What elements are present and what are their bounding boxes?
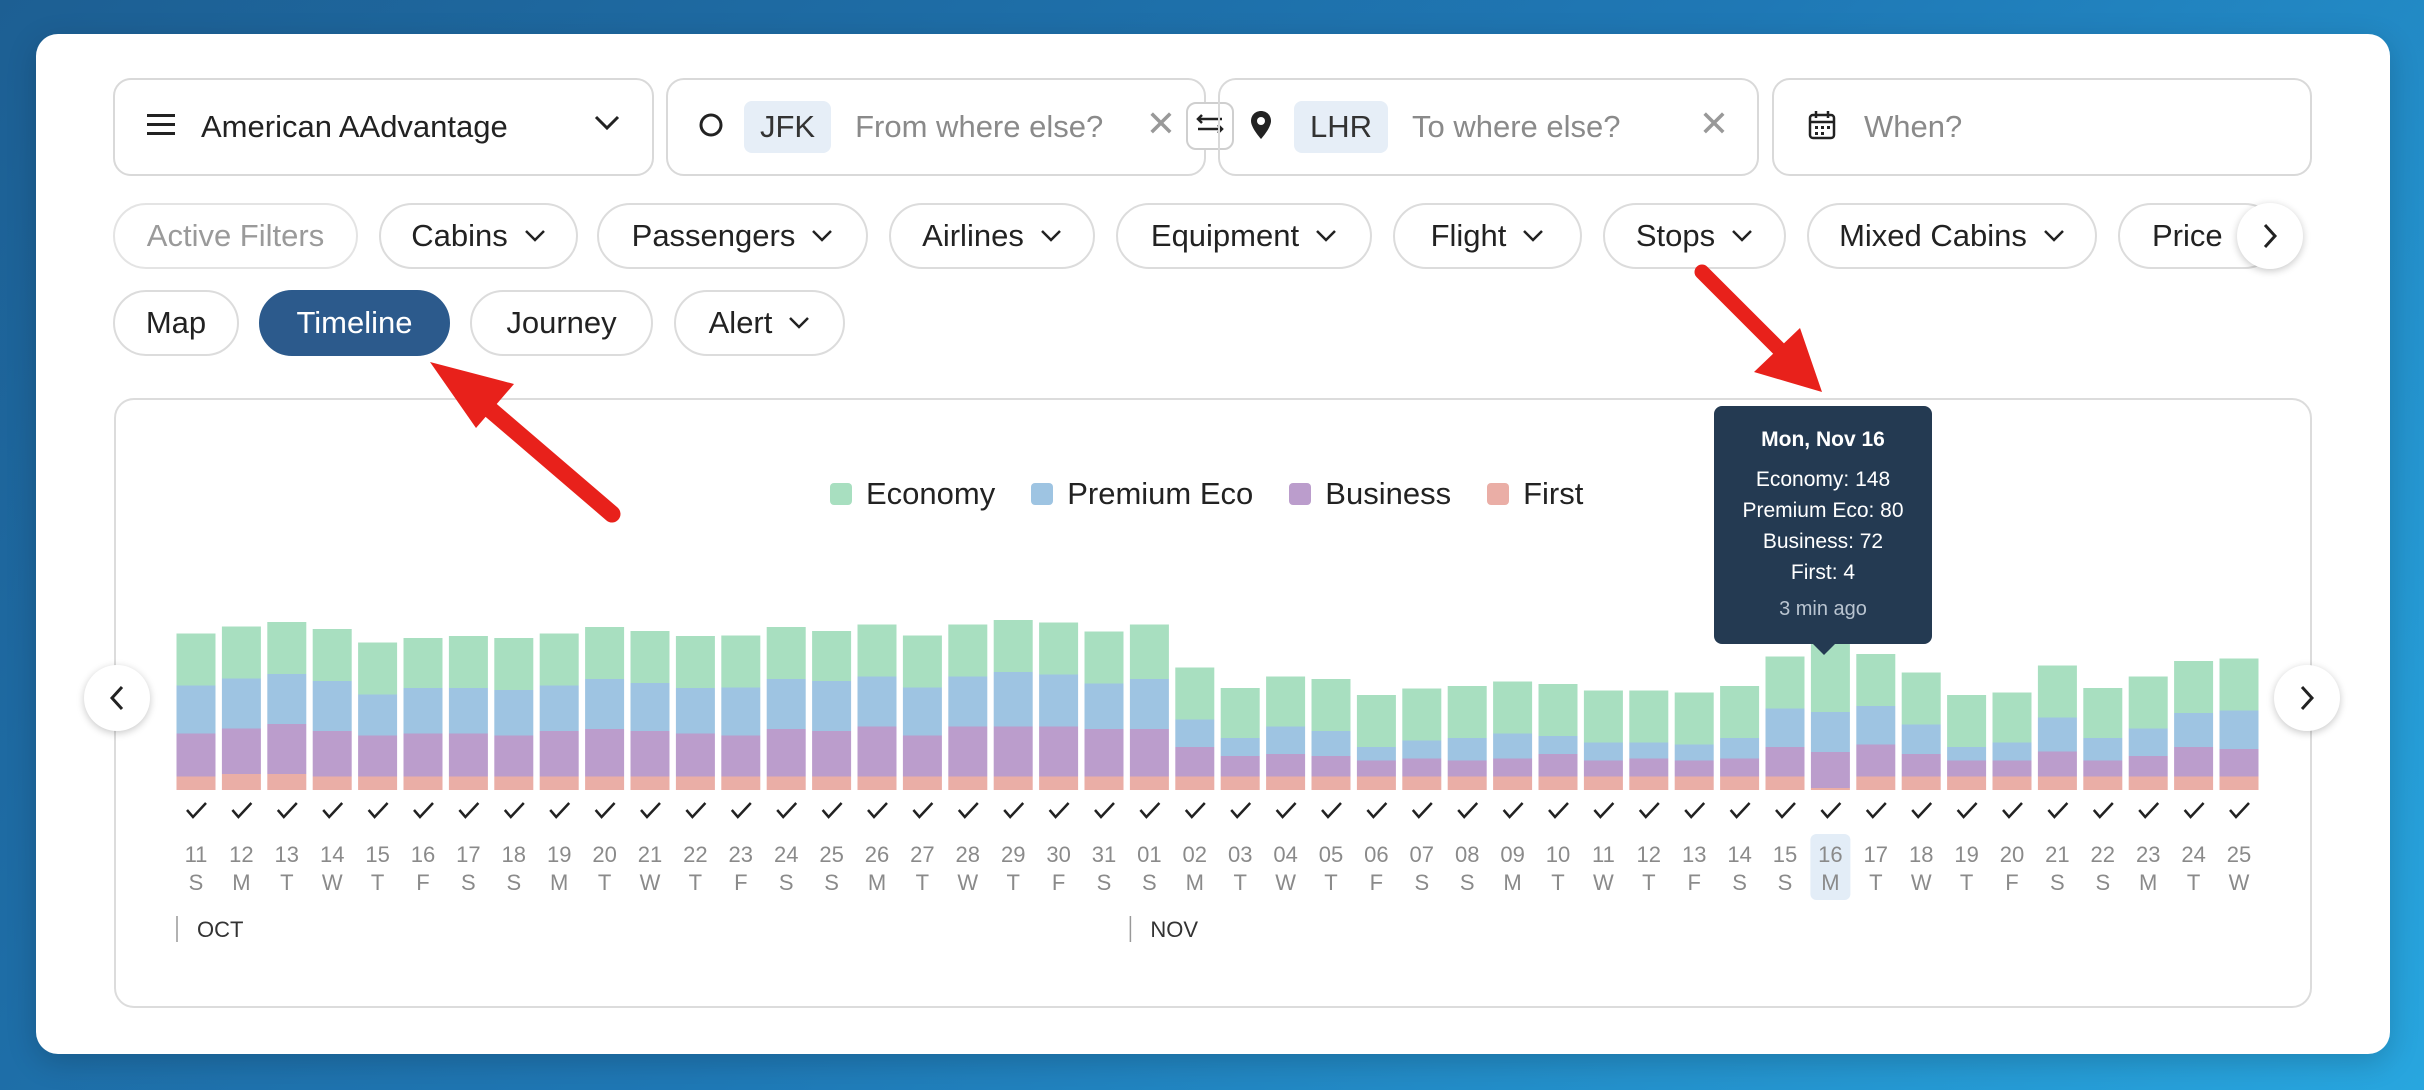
circle-icon	[698, 112, 724, 143]
chart-legend: Economy Premium Eco Business First	[830, 476, 1619, 512]
program-select[interactable]: American AAdvantage	[113, 78, 654, 176]
legend-swatch	[1289, 483, 1312, 505]
filter-label: Stops	[1635, 218, 1716, 253]
legend-swatch	[1031, 483, 1054, 505]
chart-next-button[interactable]	[2274, 665, 2340, 731]
destination-field[interactable]: LHR To where else? ✕	[1218, 78, 1759, 176]
filter-airlines[interactable]: Airlines	[889, 203, 1095, 269]
legend-swatch	[830, 483, 852, 505]
legend-premium-eco[interactable]: Premium Eco	[1031, 476, 1253, 512]
legend-label: First	[1523, 476, 1584, 511]
view-label: Timeline	[296, 305, 413, 340]
chevron-down-icon	[1732, 230, 1753, 242]
chevron-down-icon	[812, 230, 833, 242]
filter-label: Cabins	[411, 218, 508, 253]
legend-swatch	[1487, 483, 1510, 505]
chevron-right-icon	[2263, 223, 2278, 249]
view-timeline[interactable]: Timeline	[259, 290, 450, 356]
tooltip-premium: Premium Eco: 80	[1742, 499, 1904, 522]
tooltip-business: Business: 72	[1762, 530, 1884, 553]
tooltip-first: First: 4	[1790, 561, 1856, 584]
legend-label: Economy	[866, 476, 996, 511]
filters-scroll-right-button[interactable]	[2237, 203, 2303, 269]
date-input[interactable]: When?	[1864, 109, 1962, 145]
clear-destination-icon[interactable]: ✕	[1699, 106, 1729, 142]
legend-economy[interactable]: Economy	[830, 476, 995, 512]
filter-stops[interactable]: Stops	[1603, 203, 1786, 269]
legend-first[interactable]: First	[1487, 476, 1583, 512]
tooltip-pointer	[1813, 644, 1835, 655]
program-label: American AAdvantage	[201, 109, 508, 144]
chart-tooltip: Mon, Nov 16 Economy: 148 Premium Eco: 80…	[1714, 406, 1932, 655]
location-pin-icon	[1250, 110, 1272, 145]
filter-label: Mixed Cabins	[1839, 218, 2027, 253]
legend-label: Premium Eco	[1067, 476, 1254, 511]
view-label: Map	[145, 305, 207, 340]
destination-code-chip[interactable]: LHR	[1294, 101, 1389, 153]
chart-prev-button[interactable]	[84, 665, 150, 731]
menu-icon	[147, 113, 177, 142]
filter-label: Airlines	[922, 218, 1024, 253]
clear-origin-icon[interactable]: ✕	[1146, 106, 1176, 142]
tooltip-title: Mon, Nov 16	[1761, 428, 1885, 451]
origin-field[interactable]: JFK From where else? ✕	[666, 78, 1206, 176]
tooltip-economy: Economy: 148	[1755, 468, 1891, 491]
filter-label: Passengers	[631, 218, 796, 253]
chevron-down-icon	[1316, 230, 1336, 242]
alert-dropdown[interactable]: Alert	[674, 290, 845, 356]
view-label: Alert	[708, 305, 773, 340]
filter-equipment[interactable]: Equipment	[1116, 203, 1372, 269]
origin-code-chip[interactable]: JFK	[744, 101, 832, 153]
filter-active-filters: Active Filters	[113, 203, 358, 269]
filter-cabins[interactable]: Cabins	[379, 203, 578, 269]
chevron-down-icon	[1040, 230, 1061, 242]
chevron-down-icon	[2044, 230, 2064, 242]
view-map[interactable]: Map	[113, 290, 239, 356]
legend-label: Business	[1325, 476, 1452, 511]
filter-mixed-cabins[interactable]: Mixed Cabins	[1807, 203, 2097, 269]
filter-label: Equipment	[1150, 218, 1300, 253]
chevron-down-icon	[1523, 230, 1544, 242]
view-journey[interactable]: Journey	[470, 290, 653, 356]
filter-label: Flight	[1430, 218, 1507, 253]
filter-label: Price	[2152, 218, 2223, 253]
view-label: Journey	[506, 305, 617, 340]
date-field[interactable]: When?	[1772, 78, 2312, 176]
destination-input[interactable]: To where else?	[1412, 109, 1621, 145]
chevron-right-icon	[2300, 685, 2315, 711]
origin-input[interactable]: From where else?	[855, 109, 1103, 145]
filter-passengers[interactable]: Passengers	[597, 203, 868, 269]
legend-business[interactable]: Business	[1289, 476, 1451, 512]
filter-flight[interactable]: Flight	[1393, 203, 1582, 269]
chevron-left-icon	[109, 685, 124, 711]
filter-label: Active Filters	[146, 218, 325, 253]
chevron-down-icon	[524, 230, 545, 242]
calendar-icon	[1808, 110, 1836, 145]
tooltip-updated: 3 min ago	[1779, 598, 1867, 620]
chevron-down-icon	[594, 114, 620, 137]
chevron-down-icon	[789, 317, 810, 329]
